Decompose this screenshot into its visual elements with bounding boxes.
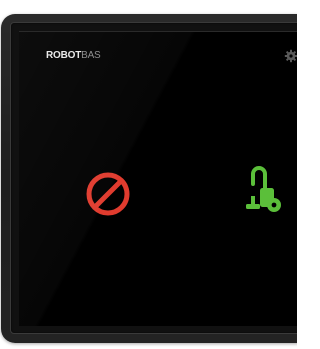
no-entry-icon[interactable] [84, 170, 132, 218]
gear-icon[interactable] [284, 49, 297, 63]
device-bezel: ROBOTBAS [1, 14, 297, 343]
brand-logo-light: BAS [81, 50, 101, 61]
brand-logo: ROBOTBAS [46, 50, 101, 62]
device-frame: ROBOTBAS [10, 22, 297, 334]
page: ROBOTBAS [0, 0, 297, 349]
vacuum-cleaner-icon[interactable] [244, 166, 282, 216]
brand-logo-bold: ROBOT [46, 50, 82, 61]
touch-screen: ROBOTBAS [19, 31, 297, 326]
